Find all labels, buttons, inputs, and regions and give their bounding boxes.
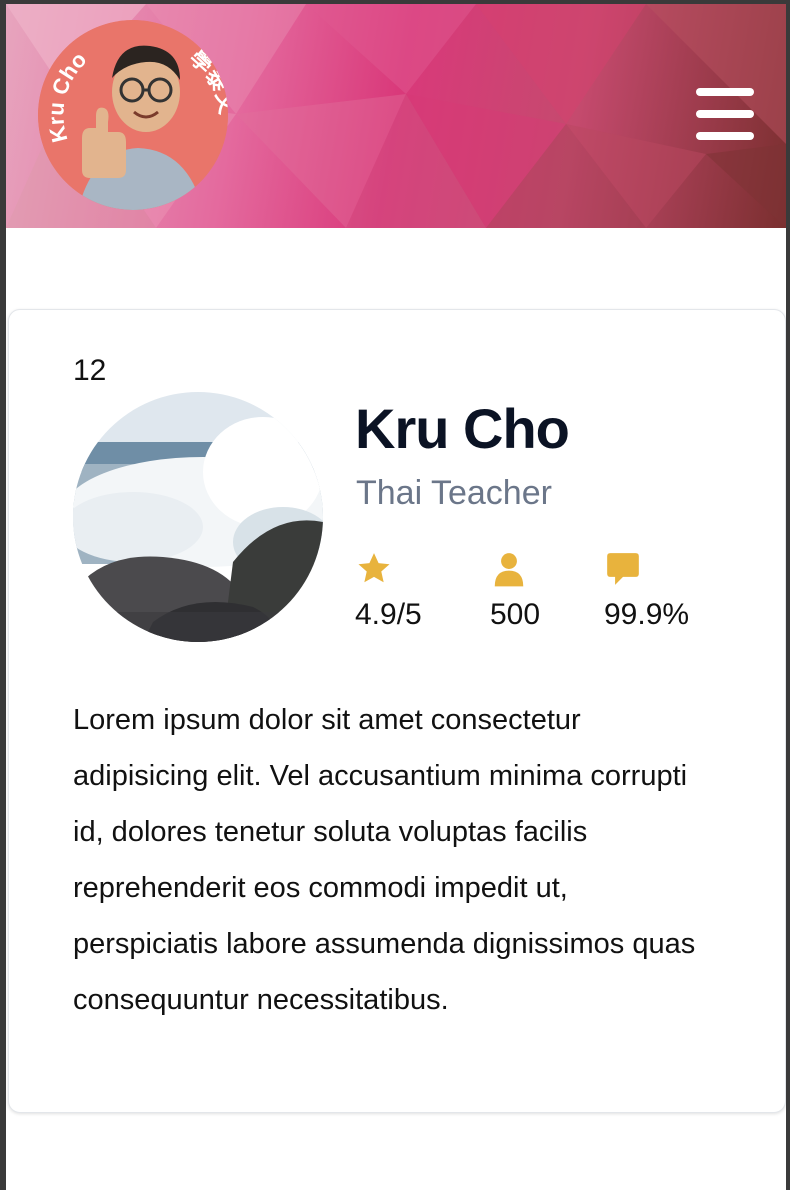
comment-icon	[607, 553, 639, 585]
menu-bar	[696, 110, 754, 118]
menu-bar	[696, 132, 754, 140]
profile-name: Kru Cho	[355, 397, 570, 460]
count-label: 12	[73, 354, 107, 387]
profile-card: 12 Kru Cho Thai Teacher 4.9/5 500 99.9% …	[8, 309, 786, 1113]
hamburger-menu-icon[interactable]	[696, 88, 754, 140]
logo-illustration: Kru Cho 學泰文	[38, 20, 228, 210]
stat-value: 99.9%	[604, 598, 690, 631]
stat-response: 99.9%	[604, 550, 689, 632]
star-icon	[358, 553, 390, 583]
profile-avatar	[73, 392, 323, 642]
stat-value: 500	[490, 598, 541, 631]
site-header: Kru Cho 學泰文	[6, 4, 786, 228]
brand-logo[interactable]: Kru Cho 學泰文	[38, 20, 228, 210]
wave-photo	[73, 392, 323, 642]
user-icon	[494, 553, 524, 587]
profile-title: Thai Teacher	[356, 474, 552, 512]
profile-bio: Lorem ipsum dolor sit amet consectetur a…	[73, 704, 696, 1016]
page-viewport: Kru Cho 學泰文 12	[6, 4, 786, 1190]
stat-rating: 4.9/5	[355, 550, 422, 632]
menu-bar	[696, 88, 754, 96]
stat-students: 500	[490, 550, 540, 632]
stat-value: 4.9/5	[355, 598, 422, 631]
